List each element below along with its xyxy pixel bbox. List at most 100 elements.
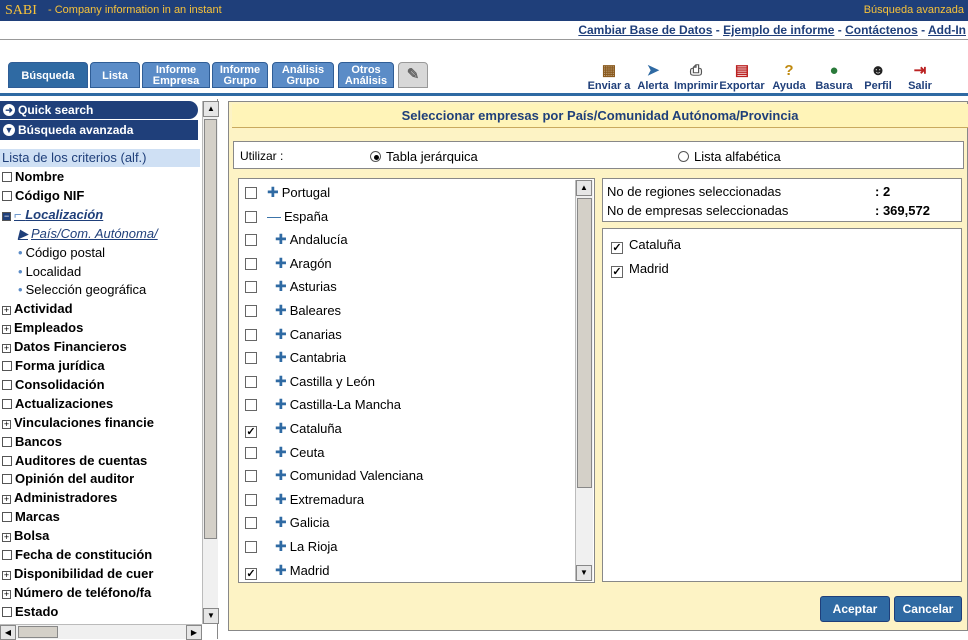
criteria-item[interactable]: • Localidad xyxy=(18,263,81,281)
region-checkbox[interactable] xyxy=(245,234,257,247)
expand-plus-icon[interactable]: ✚ xyxy=(275,252,287,274)
region-row[interactable]: ✚ Portugal xyxy=(245,181,330,203)
help-button[interactable]: ? Ayuda xyxy=(768,62,810,92)
tab-company-report[interactable]: Informe Empresa xyxy=(142,62,210,88)
selected-checkbox[interactable]: ✓ xyxy=(611,242,623,254)
advanced-search-button[interactable]: ▼ Búsqueda avanzada xyxy=(0,120,198,140)
criteria-item[interactable]: Estado xyxy=(0,603,58,621)
region-row[interactable]: ✚ Andalucía xyxy=(245,228,348,250)
criteria-item[interactable]: + Empleados xyxy=(0,319,83,337)
region-checkbox[interactable] xyxy=(245,352,257,365)
expand-plus-icon[interactable]: ✚ xyxy=(275,559,287,581)
region-checkbox[interactable] xyxy=(245,187,257,199)
region-row[interactable]: ✚ Canarias xyxy=(245,323,342,345)
cancel-button[interactable]: Cancelar xyxy=(894,596,962,622)
criteria-item[interactable]: + Administradores xyxy=(0,489,117,507)
criteria-item[interactable]: Bancos xyxy=(0,433,62,451)
export-button[interactable]: ▤ Exportar xyxy=(718,62,766,92)
criteria-item[interactable]: + Número de teléfono/fa xyxy=(0,584,151,602)
left-horizontal-scrollbar[interactable]: ◀ ▶ xyxy=(0,624,202,640)
expand-plus-icon[interactable]: ✚ xyxy=(275,511,287,533)
region-checkbox[interactable] xyxy=(245,281,257,294)
tab-list[interactable]: Lista xyxy=(90,62,140,88)
region-row[interactable]: ✓ ✚ Madrid xyxy=(245,559,329,581)
criteria-item[interactable]: Marcas xyxy=(0,508,60,526)
tab-notes[interactable]: ✎ xyxy=(398,62,428,88)
region-checkbox[interactable] xyxy=(245,493,257,506)
left-scroll-thumb[interactable] xyxy=(204,119,217,539)
scroll-up-icon[interactable]: ▲ xyxy=(576,180,592,196)
scroll-down-icon[interactable]: ▼ xyxy=(203,608,219,624)
alert-button[interactable]: ➤ Alerta xyxy=(634,62,672,92)
region-checkbox[interactable]: ✓ xyxy=(245,567,257,580)
region-checkbox[interactable] xyxy=(245,446,257,459)
expand-plus-icon[interactable]: ✚ xyxy=(275,464,287,486)
region-row[interactable]: ✓ ✚ Cataluña xyxy=(245,417,342,439)
criteria-item[interactable]: Código NIF xyxy=(0,187,84,205)
expand-plus-icon[interactable]: ✚ xyxy=(275,417,287,439)
scroll-down-icon[interactable]: ▼ xyxy=(576,565,592,581)
left-vertical-scrollbar[interactable]: ▲ ▼ xyxy=(202,101,219,624)
quick-search-button[interactable]: ➜ Quick search xyxy=(0,101,198,119)
expand-plus-icon[interactable]: ✚ xyxy=(275,535,287,557)
tab-search[interactable]: Búsqueda xyxy=(8,62,88,88)
region-checkbox[interactable] xyxy=(245,328,257,341)
region-scroll-thumb[interactable] xyxy=(577,198,592,488)
criteria-item[interactable]: Auditores de cuentas xyxy=(0,452,147,470)
expand-plus-icon[interactable]: ✚ xyxy=(275,275,287,297)
criteria-item[interactable]: + Disponibilidad de cuer xyxy=(0,565,153,583)
exit-button[interactable]: ⇥ Salir xyxy=(902,62,938,92)
left-hscroll-thumb[interactable] xyxy=(18,626,58,638)
collapse-minus-icon[interactable]: — xyxy=(267,205,281,227)
expand-plus-icon[interactable]: ✚ xyxy=(275,488,287,510)
region-checkbox[interactable] xyxy=(245,210,257,223)
tab-group-analysis[interactable]: Análisis Grupo xyxy=(272,62,334,88)
radio-hierarchical[interactable]: Tabla jerárquica xyxy=(370,149,478,164)
region-row[interactable]: ✚ Castilla-La Mancha xyxy=(245,393,401,415)
tab-other-analysis[interactable]: Otros Análisis xyxy=(338,62,394,88)
region-checkbox[interactable] xyxy=(245,375,257,388)
selected-region-item[interactable]: ✓ Cataluña xyxy=(611,237,681,254)
tab-group-report[interactable]: Informe Grupo xyxy=(212,62,268,88)
expand-plus-icon[interactable]: ✚ xyxy=(275,393,287,415)
addin-link[interactable]: Add-In xyxy=(928,23,966,37)
selected-region-item[interactable]: ✓ Madrid xyxy=(611,261,669,278)
expand-plus-icon[interactable]: ✚ xyxy=(275,346,287,368)
criteria-item[interactable]: • Código postal xyxy=(18,244,105,262)
region-row[interactable]: ✚ Ceuta xyxy=(245,441,324,463)
scroll-up-icon[interactable]: ▲ xyxy=(203,101,219,117)
criteria-item[interactable]: Fecha de constitución xyxy=(0,546,152,564)
scroll-left-icon[interactable]: ◀ xyxy=(0,625,16,640)
region-row[interactable]: ✚ Extremadura xyxy=(245,488,364,510)
region-row[interactable]: ✚ Asturias xyxy=(245,275,337,297)
change-database-link[interactable]: Cambiar Base de Datos xyxy=(578,23,712,37)
region-row[interactable]: ✚ Castilla y León xyxy=(245,370,375,392)
contact-link[interactable]: Contáctenos xyxy=(845,23,918,37)
trash-button[interactable]: ● Basura xyxy=(812,62,856,92)
advanced-search-link[interactable]: Búsqueda avanzada xyxy=(864,4,964,16)
expand-plus-icon[interactable]: ✚ xyxy=(275,323,287,345)
criteria-item[interactable]: + Vinculaciones financie xyxy=(0,414,154,432)
criteria-item[interactable]: + Bolsa xyxy=(0,527,49,545)
region-row[interactable]: ✚ La Rioja xyxy=(245,535,337,557)
region-checkbox[interactable] xyxy=(245,305,257,317)
expand-plus-icon[interactable]: ✚ xyxy=(267,181,279,203)
criteria-item[interactable]: Opinión del auditor xyxy=(0,470,134,488)
region-row[interactable]: ✚ Aragón xyxy=(245,252,332,274)
region-list-scrollbar[interactable]: ▲ ▼ xyxy=(575,180,593,581)
region-checkbox[interactable] xyxy=(245,541,257,553)
criteria-item[interactable]: Actualizaciones xyxy=(0,395,113,413)
expand-plus-icon[interactable]: ✚ xyxy=(275,441,287,463)
region-row[interactable]: ✚ Galicia xyxy=(245,511,329,533)
region-row[interactable]: — España xyxy=(245,205,328,227)
criteria-item[interactable]: • Selección geográfica xyxy=(18,281,146,299)
criteria-item[interactable]: Nombre xyxy=(0,168,64,186)
region-checkbox[interactable]: ✓ xyxy=(245,426,257,438)
region-checkbox[interactable] xyxy=(245,517,257,530)
region-checkbox[interactable] xyxy=(245,257,257,270)
send-to-button[interactable]: ▦ Enviar a xyxy=(585,62,633,92)
criteria-item[interactable]: + Actividad xyxy=(0,300,73,318)
region-checkbox[interactable] xyxy=(245,399,257,412)
region-row[interactable]: ✚ Baleares xyxy=(245,299,341,321)
selected-checkbox[interactable]: ✓ xyxy=(611,266,623,278)
